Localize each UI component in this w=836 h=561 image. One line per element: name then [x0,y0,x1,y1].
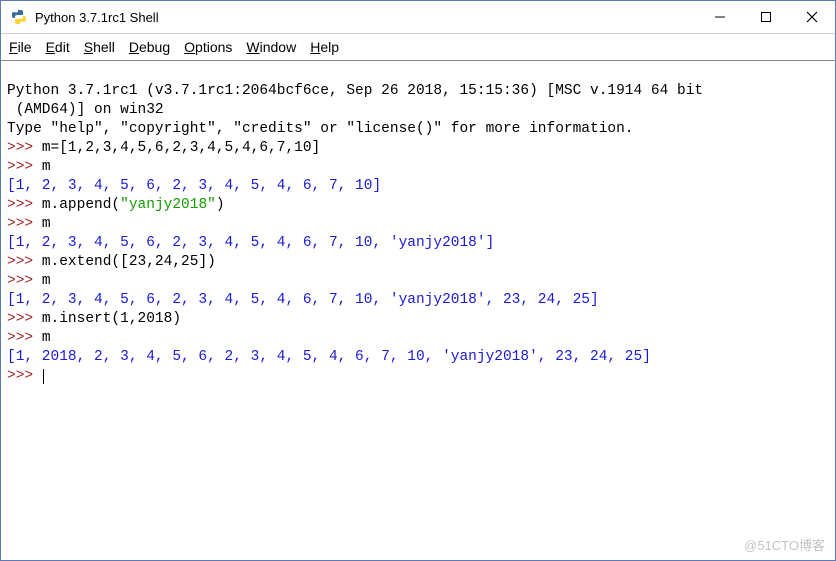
text-cursor [43,369,44,384]
code-line: m.append( [42,197,120,213]
prompt: >>> [7,368,42,384]
output-line: [1, 2018, 2, 3, 4, 5, 6, 2, 3, 4, 5, 4, … [7,349,651,365]
menu-debug[interactable]: Debug [129,39,170,55]
output-line: [1, 2, 3, 4, 5, 6, 2, 3, 4, 5, 4, 6, 7, … [7,178,381,194]
minimize-button[interactable] [697,1,743,33]
string-literal: "yanjy2018" [120,197,216,213]
prompt: >>> [7,254,42,270]
menu-bar: File Edit Shell Debug Options Window Hel… [1,34,835,60]
python-icon [11,9,27,25]
menu-options[interactable]: Options [184,39,232,55]
menu-file[interactable]: File [9,39,32,55]
prompt: >>> [7,216,42,232]
close-button[interactable] [789,1,835,33]
prompt: >>> [7,197,42,213]
prompt: >>> [7,330,42,346]
title-bar[interactable]: Python 3.7.1rc1 Shell [1,1,835,34]
banner-line: Type "help", "copyright", "credits" or "… [7,121,634,137]
menu-window[interactable]: Window [246,39,296,55]
menu-help[interactable]: Help [310,39,339,55]
code-line: m.insert(1,2018) [42,311,181,327]
code-line: m [42,159,51,175]
prompt: >>> [7,311,42,327]
code-line: m.extend([23,24,25]) [42,254,216,270]
menu-shell[interactable]: Shell [84,39,115,55]
code-line: m [42,216,51,232]
prompt: >>> [7,140,42,156]
window-title: Python 3.7.1rc1 Shell [35,10,697,25]
output-line: [1, 2, 3, 4, 5, 6, 2, 3, 4, 5, 4, 6, 7, … [7,292,599,308]
code-line: m=[1,2,3,4,5,6,2,3,4,5,4,6,7,10] [42,140,320,156]
window-controls [697,1,835,33]
code-line: m [42,273,51,289]
code-line: m [42,330,51,346]
idle-window: Python 3.7.1rc1 Shell File Edit Shell De… [0,0,836,561]
maximize-button[interactable] [743,1,789,33]
watermark: @51CTO博客 [744,535,825,554]
banner-line: Python 3.7.1rc1 (v3.7.1rc1:2064bcf6ce, S… [7,83,703,99]
console-area[interactable]: Python 3.7.1rc1 (v3.7.1rc1:2064bcf6ce, S… [1,61,835,388]
code-line: ) [216,197,225,213]
menu-edit[interactable]: Edit [46,39,70,55]
prompt: >>> [7,273,42,289]
prompt: >>> [7,159,42,175]
output-line: [1, 2, 3, 4, 5, 6, 2, 3, 4, 5, 4, 6, 7, … [7,235,494,251]
banner-line: (AMD64)] on win32 [7,102,164,118]
